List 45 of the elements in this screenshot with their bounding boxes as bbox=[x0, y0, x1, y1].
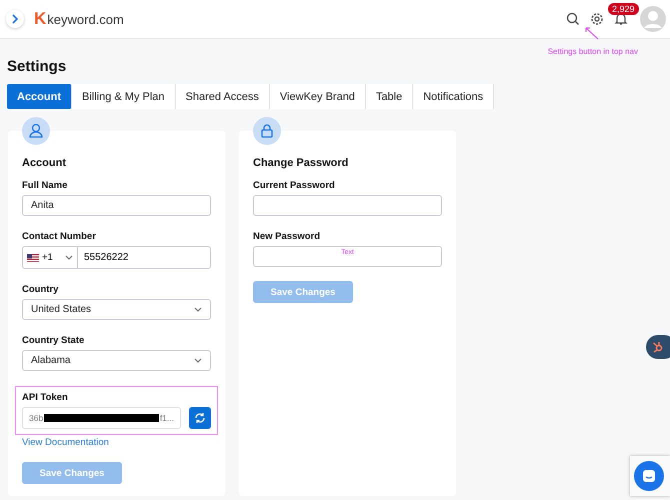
expand-button[interactable] bbox=[6, 10, 24, 28]
tab[interactable]: ViewKey Brand bbox=[270, 84, 366, 109]
hubspot-tab[interactable] bbox=[646, 335, 670, 359]
chevron-right-icon bbox=[10, 14, 20, 24]
flag-icon bbox=[27, 254, 39, 262]
refresh-icon bbox=[194, 412, 206, 424]
tab[interactable]: Account bbox=[7, 84, 72, 109]
annotation-arrow bbox=[584, 26, 600, 40]
api-token-field[interactable]: 36b f1... bbox=[22, 407, 181, 429]
user-icon bbox=[22, 117, 50, 145]
sprocket-icon bbox=[652, 341, 664, 353]
field-label: Country State bbox=[22, 335, 86, 346]
search-icon[interactable] bbox=[566, 12, 580, 26]
phone-field[interactable]: 55526222 bbox=[78, 246, 211, 269]
logo-text: keyword.com bbox=[47, 12, 124, 26]
lock-icon bbox=[253, 117, 281, 145]
field-label: Country bbox=[22, 284, 60, 295]
card-title: Account bbox=[22, 157, 67, 169]
current-password-field[interactable] bbox=[253, 195, 442, 216]
chat-icon bbox=[642, 469, 656, 483]
field-label: Current Password bbox=[253, 180, 336, 191]
caret-icon bbox=[65, 255, 73, 260]
tab[interactable]: Shared Access bbox=[176, 84, 270, 109]
tab[interactable]: Notifications bbox=[413, 84, 494, 109]
settings-icon[interactable] bbox=[590, 12, 604, 26]
country-select[interactable]: United States bbox=[22, 299, 211, 320]
documentation-link[interactable]: View Documentation bbox=[22, 437, 211, 448]
logo-mark: K bbox=[34, 9, 46, 29]
notification-count: 2,929 bbox=[608, 3, 639, 15]
caret-icon bbox=[194, 358, 202, 363]
bell-icon[interactable] bbox=[614, 12, 628, 26]
card-title: Change Password bbox=[253, 157, 350, 169]
annotation-text: Settings button in top nav bbox=[548, 47, 638, 56]
country-code-select[interactable]: +1 bbox=[22, 246, 78, 269]
field-label: Full Name bbox=[22, 180, 68, 191]
tab[interactable]: Billing & My Plan bbox=[72, 84, 176, 109]
tab[interactable]: Table bbox=[366, 84, 414, 109]
field-label: API Token bbox=[22, 392, 69, 403]
refresh-button[interactable] bbox=[189, 407, 211, 429]
field-label: Contact Number bbox=[22, 231, 97, 242]
full-name-field[interactable]: Anita bbox=[22, 195, 211, 216]
field-label: New Password bbox=[253, 231, 322, 242]
page-title: Settings bbox=[7, 58, 68, 75]
state-select[interactable]: Alabama bbox=[22, 350, 211, 371]
caret-icon bbox=[194, 307, 202, 312]
